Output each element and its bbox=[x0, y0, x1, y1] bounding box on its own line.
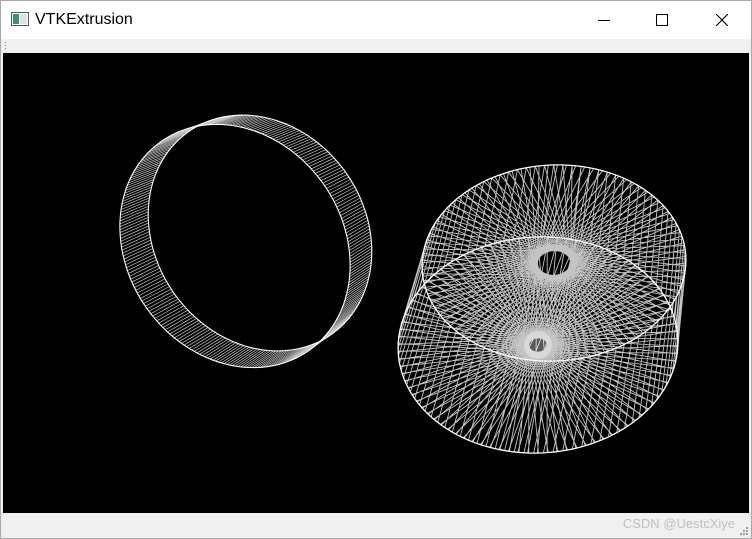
extruded-spiral-cylinder bbox=[397, 164, 687, 454]
close-button[interactable] bbox=[693, 1, 751, 39]
resize-grip-icon[interactable] bbox=[739, 526, 749, 536]
minimize-icon bbox=[598, 20, 610, 21]
cylinder-wire-lines bbox=[397, 164, 687, 454]
minimize-button[interactable] bbox=[575, 1, 633, 39]
status-bar: CSDN @UestcXiye bbox=[1, 513, 751, 538]
vtk-render-viewport[interactable] bbox=[3, 53, 749, 513]
app-window: VTKExtrusion CSDN @UestcXiye bbox=[0, 0, 752, 539]
maximize-button[interactable] bbox=[633, 1, 691, 39]
title-bar[interactable]: VTKExtrusion bbox=[1, 1, 751, 39]
ring-bottom-edge bbox=[119, 123, 351, 369]
close-icon bbox=[716, 14, 728, 26]
cylinder-center-highlight bbox=[524, 331, 552, 359]
extruded-ribbon-ring bbox=[119, 114, 373, 369]
maximize-icon bbox=[656, 14, 668, 26]
toolbar-grip-icon[interactable] bbox=[5, 42, 7, 49]
watermark-text: CSDN @UestcXiye bbox=[622, 516, 735, 531]
ring-surface-lines bbox=[119, 114, 372, 368]
render-scene bbox=[119, 114, 687, 454]
qt-window-icon bbox=[11, 12, 29, 26]
window-title: VTKExtrusion bbox=[35, 11, 133, 28]
toolbar-area bbox=[1, 39, 751, 52]
